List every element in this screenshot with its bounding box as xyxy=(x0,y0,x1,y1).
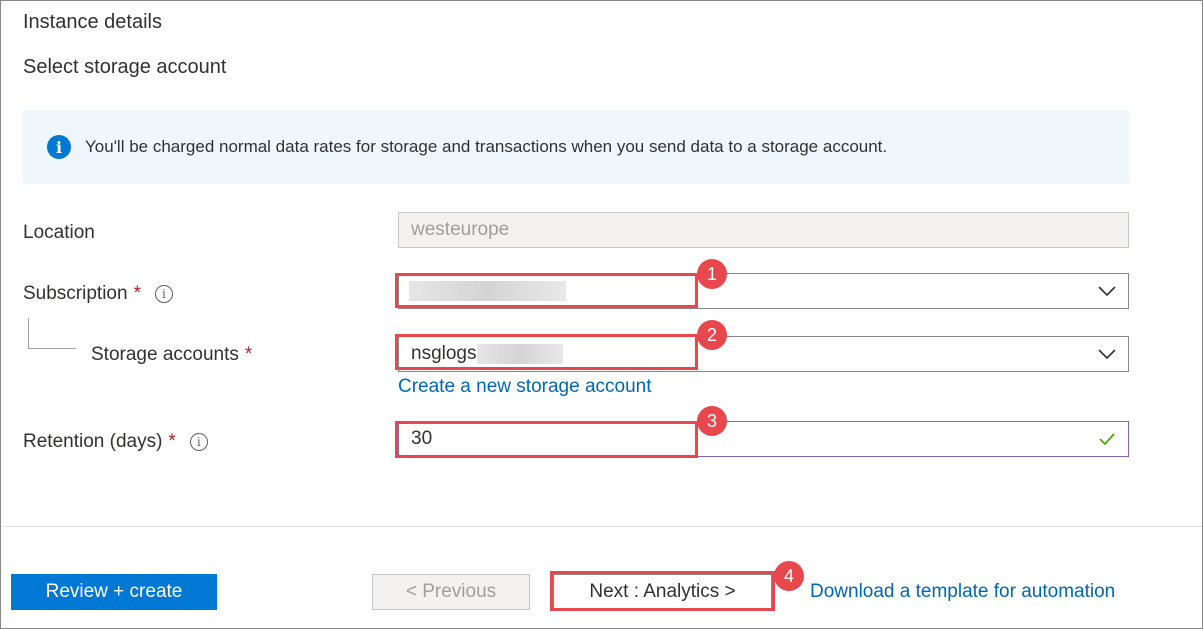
chevron-down-icon xyxy=(1098,286,1116,297)
info-banner: i You'll be charged normal data rates fo… xyxy=(23,110,1129,184)
review-create-button[interactable]: Review + create xyxy=(11,574,217,610)
location-label: Location xyxy=(23,222,95,244)
chevron-down-icon xyxy=(1098,349,1116,360)
location-field: westeurope xyxy=(398,212,1129,248)
section-title: Instance details xyxy=(23,11,162,33)
storage-accounts-label: Storage accounts * xyxy=(91,344,252,366)
sub-title: Select storage account xyxy=(23,56,227,78)
subscription-label: Subscription * i xyxy=(23,283,173,305)
annotation-highlight-4 xyxy=(550,571,775,611)
previous-button[interactable]: < Previous xyxy=(372,574,530,610)
required-marker: * xyxy=(168,431,176,452)
tree-connector xyxy=(28,318,76,349)
info-circle-icon[interactable]: i xyxy=(154,285,173,303)
info-text: You'll be charged normal data rates for … xyxy=(85,137,888,156)
create-storage-account-link[interactable]: Create a new storage account xyxy=(398,376,652,398)
location-label-text: Location xyxy=(23,222,95,243)
checkmark-icon xyxy=(1099,433,1115,446)
retention-label-text: Retention (days) xyxy=(23,431,163,452)
annotation-badge-2: 2 xyxy=(697,320,727,350)
annotation-highlight-2 xyxy=(395,334,698,370)
retention-label: Retention (days) * i xyxy=(23,431,208,453)
required-marker: * xyxy=(244,344,253,365)
annotation-badge-3: 3 xyxy=(697,406,727,436)
subscription-label-text: Subscription xyxy=(23,283,128,304)
blade-frame xyxy=(0,0,1203,629)
annotation-highlight-3 xyxy=(395,421,698,458)
required-marker: * xyxy=(133,283,141,304)
annotation-badge-1: 1 xyxy=(697,259,727,289)
annotation-badge-4: 4 xyxy=(774,561,804,591)
storage-accounts-label-text: Storage accounts xyxy=(91,344,239,365)
info-circle-icon[interactable]: i xyxy=(189,433,208,451)
location-value: westeurope xyxy=(411,219,510,240)
info-icon: i xyxy=(47,135,71,159)
annotation-highlight-1 xyxy=(395,273,698,308)
footer-divider xyxy=(1,526,1202,527)
download-template-link[interactable]: Download a template for automation xyxy=(810,581,1115,603)
